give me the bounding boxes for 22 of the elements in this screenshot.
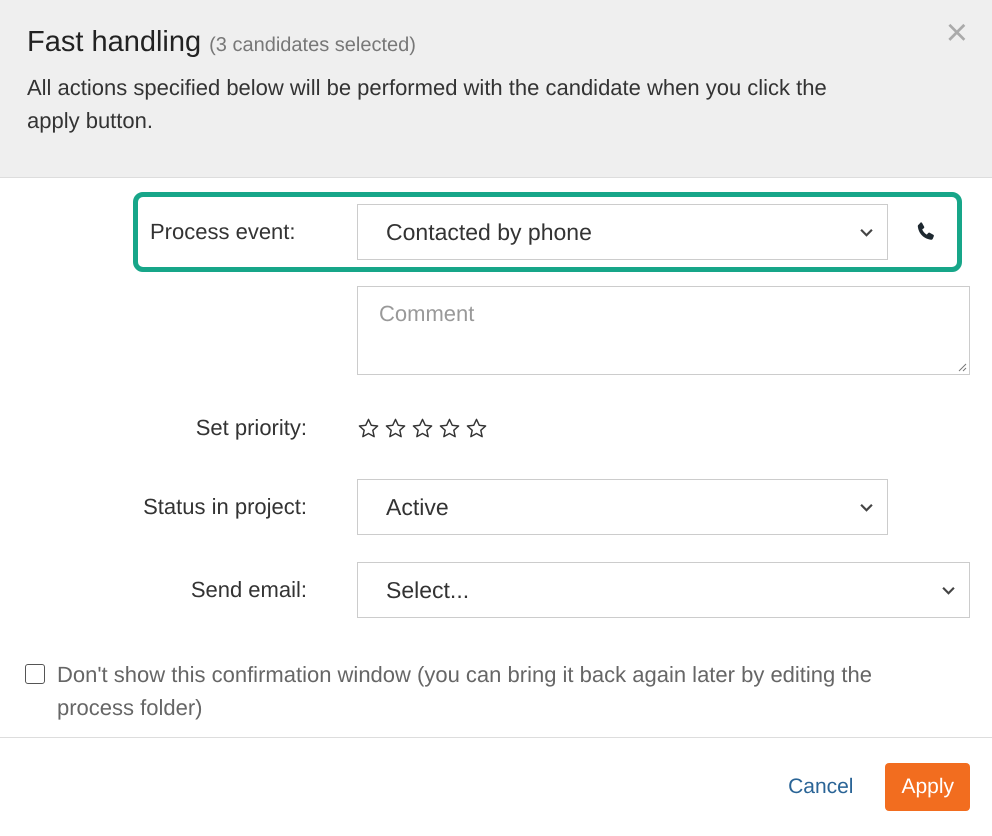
field-label: Status in project: bbox=[142, 494, 307, 520]
select-field[interactable]: Contacted by phone bbox=[357, 204, 888, 260]
resize-grip-icon bbox=[957, 362, 967, 372]
field-label: Process event: bbox=[149, 219, 297, 245]
star-icon[interactable] bbox=[384, 416, 407, 440]
star-icon[interactable] bbox=[438, 416, 461, 440]
dialog-subtitle: (3 candidates selected) bbox=[209, 34, 416, 57]
chevron-icon bbox=[942, 586, 955, 594]
select-field[interactable]: Select... bbox=[357, 562, 970, 618]
field-label: Send email: bbox=[190, 577, 307, 603]
star-icon[interactable] bbox=[357, 416, 380, 440]
dialog-description: All actions specified below will be performed with the candidate when you click the apply button. bbox=[27, 74, 828, 135]
checkbox-label: Don't show this confirmation window (you can bring it back again later by editing the process folder) bbox=[57, 661, 873, 722]
chevron-icon bbox=[860, 228, 873, 236]
star-icon[interactable] bbox=[411, 416, 434, 440]
star-icon[interactable] bbox=[465, 416, 488, 440]
chevron-icon bbox=[860, 502, 873, 512]
field-label: Set priority: bbox=[194, 415, 307, 441]
select-field[interactable]: Active bbox=[357, 479, 888, 535]
cancel-link[interactable]: Cancel bbox=[788, 775, 854, 799]
dialog-title: Fast handling bbox=[27, 26, 202, 59]
checkbox[interactable] bbox=[25, 664, 45, 684]
